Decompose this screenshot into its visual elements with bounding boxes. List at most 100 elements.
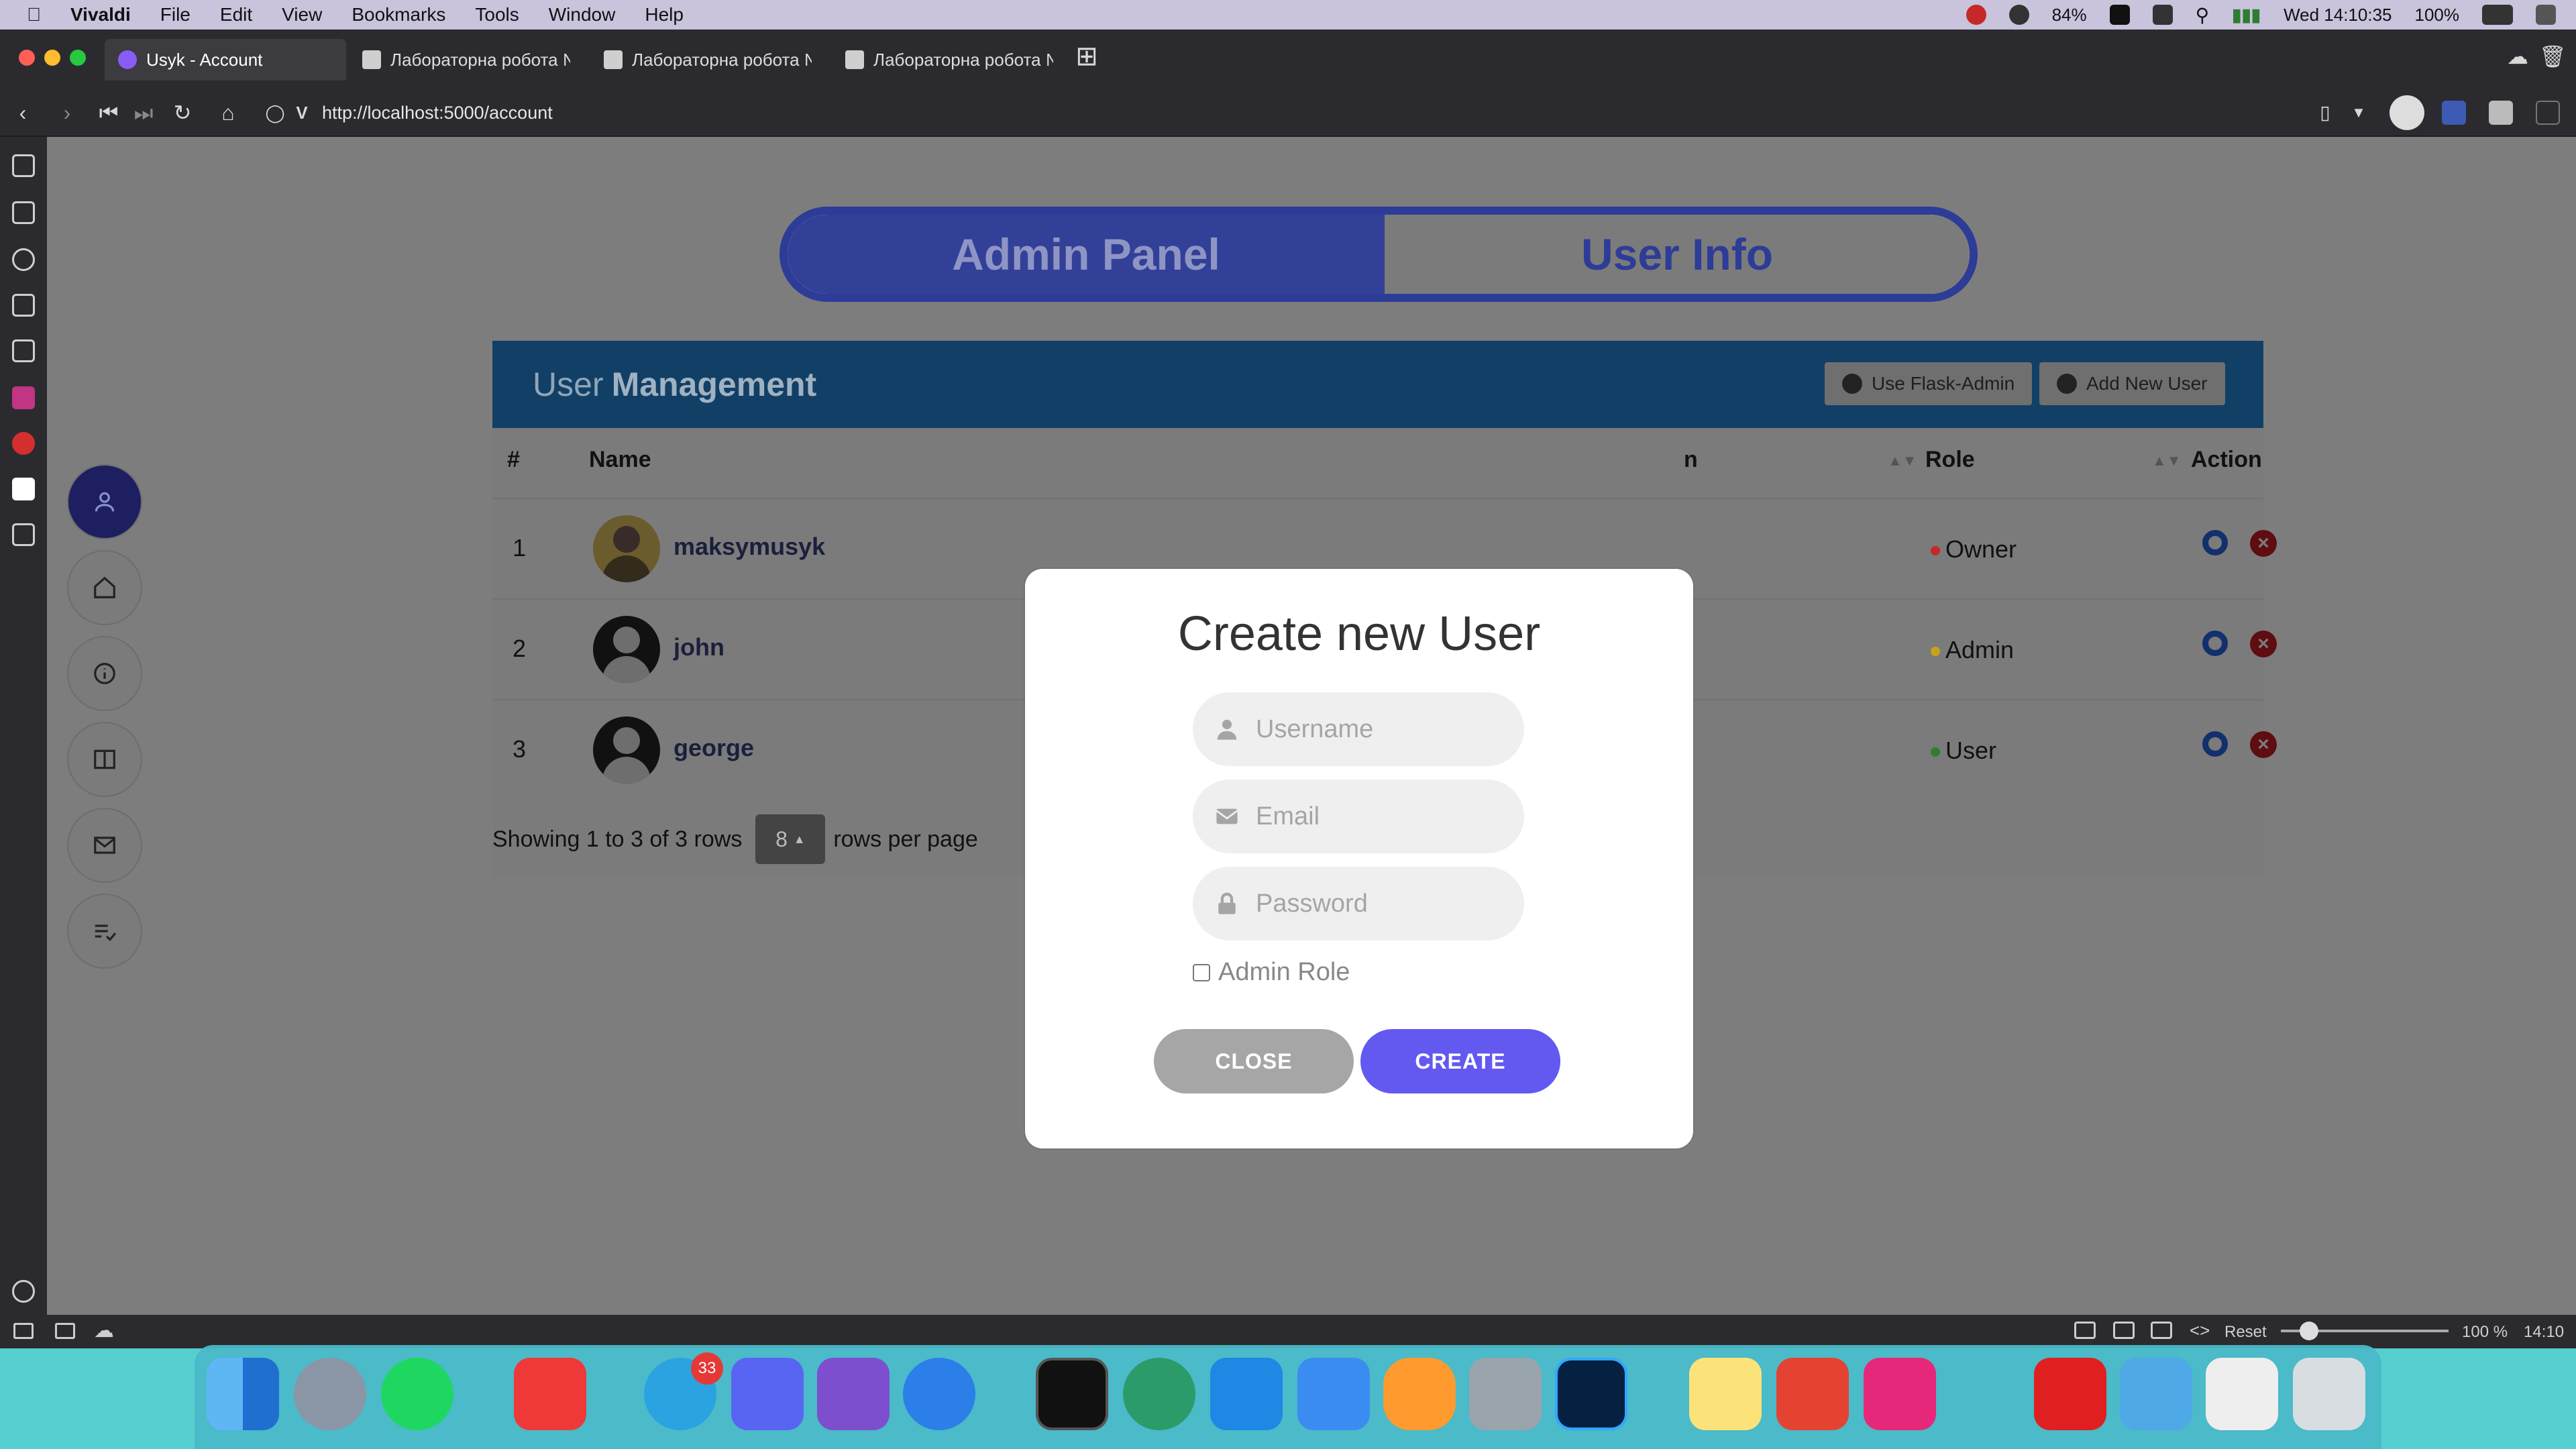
window-layout-icon[interactable] bbox=[2152, 5, 2173, 25]
tab-lab-2[interactable]: Лабораторна робота №1 bbox=[590, 39, 825, 80]
atom-icon[interactable] bbox=[1123, 1358, 1195, 1430]
email-input[interactable] bbox=[1256, 802, 1497, 831]
camera-icon[interactable] bbox=[2074, 1322, 2096, 1339]
sort-icon[interactable]: ▲▼ bbox=[2152, 452, 2182, 470]
row-username[interactable]: john bbox=[674, 633, 724, 661]
downloads-panel-icon[interactable] bbox=[12, 201, 35, 224]
nav-info-button[interactable] bbox=[67, 636, 142, 711]
col-header-name[interactable]: Name bbox=[589, 447, 651, 473]
window-minimize-icon[interactable] bbox=[44, 50, 60, 66]
dropdown-icon[interactable]: ▼ bbox=[2347, 101, 2371, 125]
bookmarks-panel-icon[interactable] bbox=[12, 154, 35, 177]
todoist-icon[interactable] bbox=[1776, 1358, 1849, 1430]
discord-icon[interactable] bbox=[731, 1358, 804, 1430]
vivaldi-panel-icon[interactable] bbox=[12, 432, 35, 455]
email-field[interactable] bbox=[1193, 780, 1524, 853]
profile-avatar[interactable] bbox=[2390, 95, 2424, 130]
forward-icon[interactable]: › bbox=[55, 101, 79, 125]
username-input[interactable] bbox=[1256, 714, 1497, 744]
tab-admin-panel[interactable]: Admin Panel bbox=[788, 215, 1385, 294]
menu-file[interactable]: File bbox=[160, 4, 191, 25]
tab-lab-1[interactable]: Лабораторна робота №1 bbox=[349, 39, 584, 80]
zoom-slider-handle[interactable] bbox=[2300, 1322, 2318, 1340]
new-tab-icon[interactable]: ⊞ bbox=[1075, 43, 1099, 70]
power-percent[interactable]: 100% bbox=[2415, 5, 2460, 25]
settings-gear-icon[interactable] bbox=[2202, 530, 2228, 555]
battery-percent[interactable]: 84% bbox=[2052, 5, 2087, 25]
password-field[interactable] bbox=[1193, 867, 1524, 941]
search-icon[interactable]: ⚲ bbox=[2196, 4, 2210, 26]
add-panel-icon[interactable] bbox=[12, 523, 35, 546]
photoshop-icon[interactable] bbox=[1555, 1358, 1627, 1430]
shield-icon[interactable]: ◯ bbox=[263, 101, 287, 125]
vivaldi-v-icon[interactable]: V bbox=[290, 101, 314, 125]
add-new-user-button[interactable]: Add New User bbox=[2039, 362, 2225, 405]
trash-icon[interactable]: 🗑 bbox=[2539, 44, 2567, 68]
back-icon[interactable]: ‹ bbox=[11, 101, 35, 125]
code-icon[interactable]: <> bbox=[2190, 1320, 2210, 1341]
menu-help[interactable]: Help bbox=[645, 4, 684, 25]
admin-role-checkbox-row[interactable]: Admin Role bbox=[1193, 958, 1350, 987]
row-username[interactable]: george bbox=[674, 734, 754, 762]
col-header-role[interactable]: Role bbox=[1925, 447, 1975, 473]
row-username[interactable]: maksymusyk bbox=[674, 533, 825, 561]
menu-bookmarks[interactable]: Bookmarks bbox=[352, 4, 445, 25]
rows-per-page-select[interactable]: 8 ▲ bbox=[755, 814, 826, 864]
reader-icon[interactable] bbox=[2536, 101, 2560, 125]
instagram-panel-icon[interactable] bbox=[12, 386, 35, 409]
history-panel-icon[interactable] bbox=[12, 248, 35, 271]
sort-icon[interactable]: ▲▼ bbox=[1888, 452, 1917, 470]
tab-lab-3[interactable]: Лабораторна робота №1 bbox=[832, 39, 1067, 80]
window-zoom-icon[interactable] bbox=[70, 50, 86, 66]
col-header-num[interactable]: # bbox=[507, 447, 520, 473]
sync-icon[interactable] bbox=[2008, 5, 2029, 25]
notes-panel-icon[interactable] bbox=[12, 294, 35, 317]
cloud-sync-icon[interactable]: ☁ bbox=[2506, 44, 2530, 68]
vivaldi-icon[interactable] bbox=[514, 1358, 586, 1430]
delete-x-icon[interactable]: × bbox=[2250, 731, 2277, 758]
transmit-icon[interactable] bbox=[1383, 1358, 1456, 1430]
window-close-icon[interactable] bbox=[19, 50, 35, 66]
nav-tasks-button[interactable] bbox=[67, 894, 142, 969]
create-button[interactable]: CREATE bbox=[1360, 1029, 1560, 1093]
reload-icon[interactable]: ↻ bbox=[170, 101, 195, 125]
nav-account-button[interactable] bbox=[67, 464, 142, 539]
screen-app-icon[interactable] bbox=[1864, 1358, 1936, 1430]
creative-cloud-icon[interactable] bbox=[2034, 1358, 2106, 1430]
admin-role-checkbox[interactable] bbox=[1193, 963, 1210, 981]
xcode-icon[interactable] bbox=[1297, 1358, 1370, 1430]
cloud-icon[interactable]: ☁ bbox=[94, 1319, 114, 1342]
tiling-icon[interactable] bbox=[55, 1323, 75, 1339]
panel-toggle-icon[interactable] bbox=[13, 1323, 34, 1339]
battery-icon[interactable] bbox=[2482, 5, 2513, 25]
zoom-reset[interactable]: Reset bbox=[2224, 1323, 2267, 1342]
settings-gear-icon[interactable] bbox=[2202, 631, 2228, 656]
launchpad-icon[interactable] bbox=[294, 1358, 366, 1430]
control-center-icon[interactable] bbox=[2536, 5, 2556, 25]
menu-window[interactable]: Window bbox=[549, 4, 616, 25]
window-icon[interactable] bbox=[2113, 1322, 2135, 1339]
tab-account[interactable]: Usyk - Account bbox=[105, 39, 346, 80]
apple-icon[interactable]:  bbox=[27, 4, 41, 25]
extension-icon[interactable] bbox=[2489, 101, 2513, 125]
col-header-action[interactable]: Action bbox=[2191, 447, 2262, 473]
tab-user-info[interactable]: User Info bbox=[1385, 215, 1970, 294]
nav-mail-button[interactable] bbox=[67, 808, 142, 883]
clock[interactable]: Wed 14:10:35 bbox=[2284, 5, 2392, 25]
translate-icon[interactable] bbox=[2442, 101, 2466, 125]
username-field[interactable] bbox=[1193, 692, 1524, 766]
rewind-icon[interactable]: ⏮ bbox=[97, 101, 121, 125]
settings-gear-icon[interactable] bbox=[12, 1280, 35, 1303]
settings-gear-icon[interactable] bbox=[2202, 731, 2228, 757]
trash-icon[interactable] bbox=[2293, 1358, 2365, 1430]
vscode-icon[interactable] bbox=[1210, 1358, 1283, 1430]
wikipedia-panel-icon[interactable] bbox=[12, 478, 35, 500]
terminal-icon[interactable] bbox=[1036, 1358, 1108, 1430]
delete-x-icon[interactable]: × bbox=[2250, 631, 2277, 657]
fast-forward-icon[interactable]: ⏭ bbox=[131, 101, 156, 125]
use-flask-admin-button[interactable]: Use Flask-Admin bbox=[1825, 362, 2033, 405]
nav-home-button[interactable] bbox=[67, 550, 142, 625]
menu-view[interactable]: View bbox=[282, 4, 322, 25]
col-header-partial[interactable]: n bbox=[1684, 447, 1698, 473]
folder-icon[interactable] bbox=[2120, 1358, 2192, 1430]
